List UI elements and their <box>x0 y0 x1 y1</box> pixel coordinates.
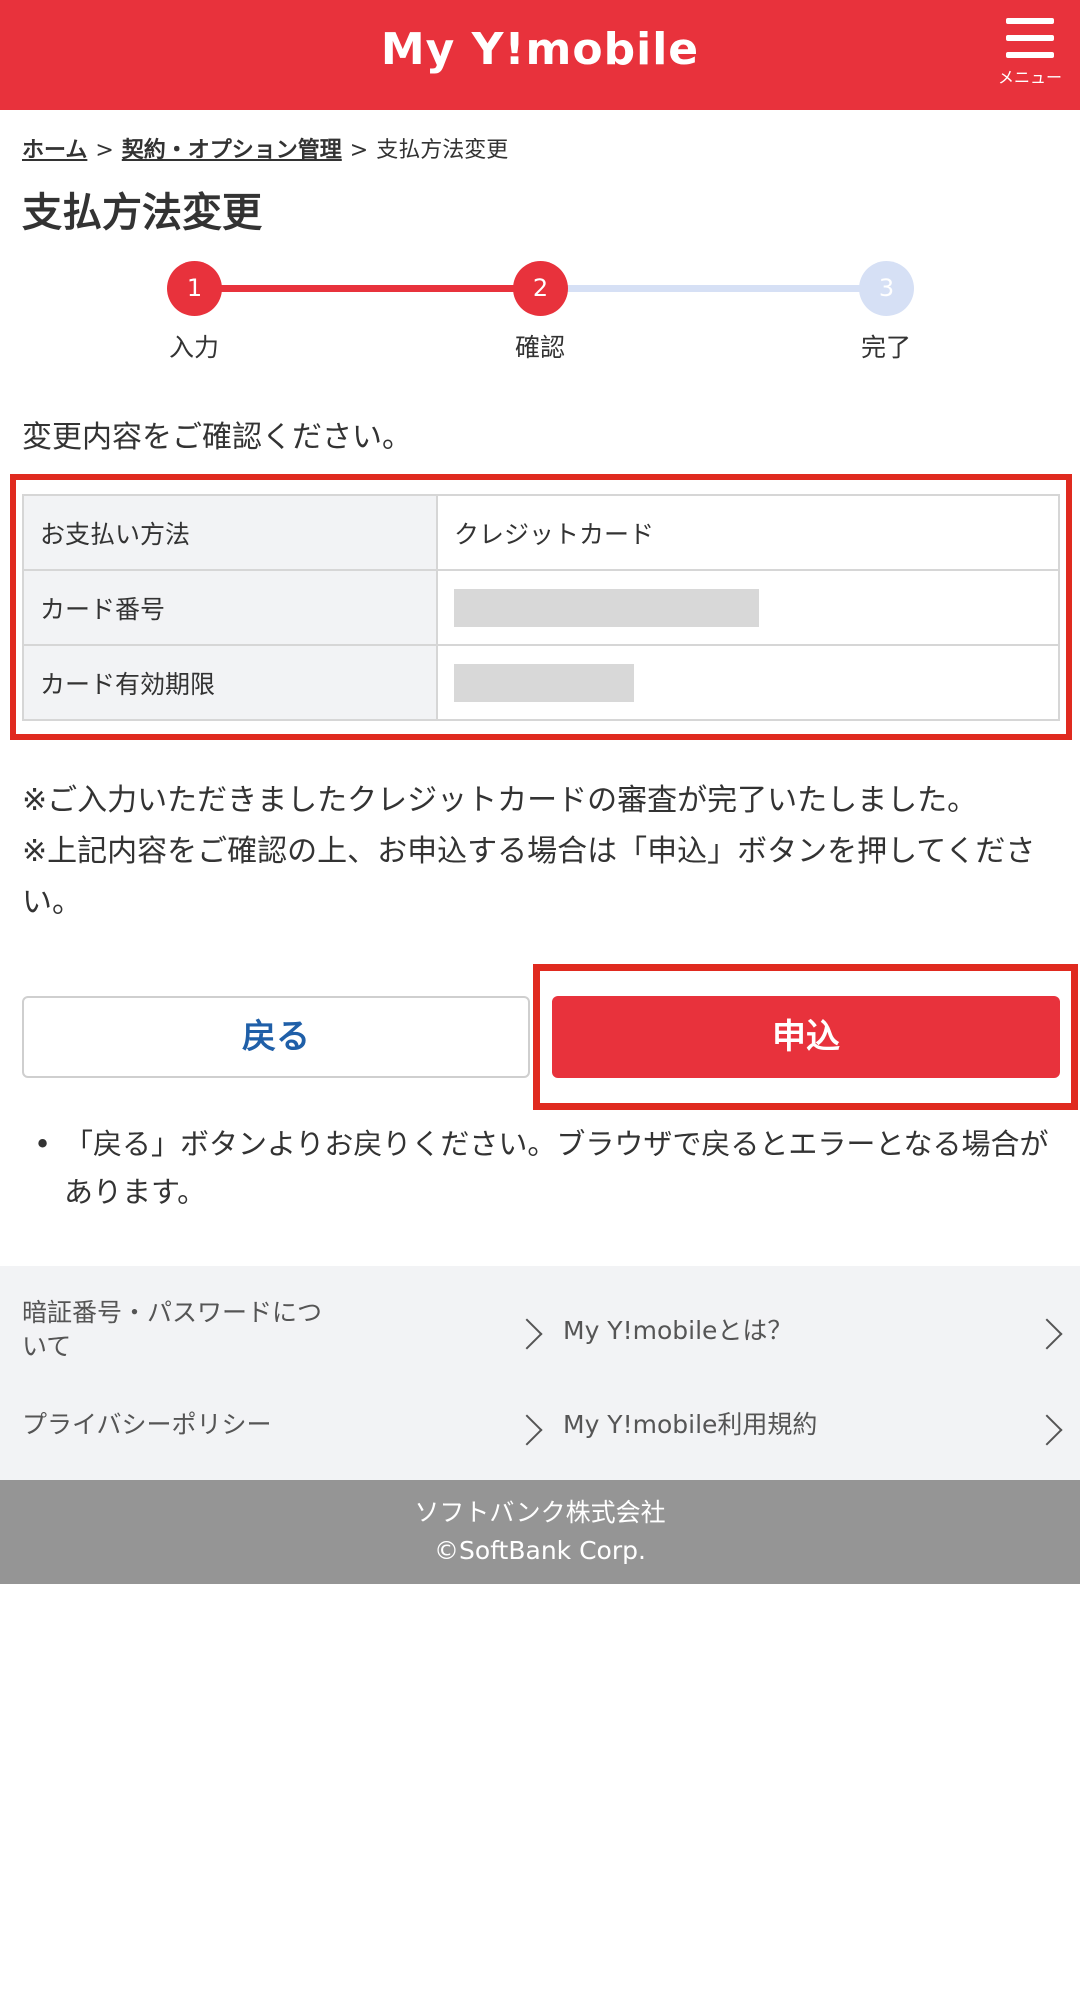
chevron-right-icon <box>1031 1414 1063 1446</box>
note-review-complete: ※ご入力いただきましたクレジットカードの審査が完了いたしました。 <box>22 783 978 818</box>
app-logo[interactable]: My Y!mobile <box>0 0 1080 100</box>
step-3-label: 完了 <box>860 333 911 362</box>
chevron-right-icon <box>1031 1318 1063 1350</box>
footer-link-about[interactable]: My Y!mobileとは？ <box>563 1314 792 1348</box>
chevron-right-icon <box>511 1414 543 1446</box>
step-indicator: 1 2 3 入力 確認 完了 <box>0 258 1080 368</box>
footer-link-terms[interactable]: My Y!mobile利用規約 <box>563 1408 817 1442</box>
page-title: 支払方法変更 <box>22 190 262 236</box>
step-2-circle: 2 <box>513 261 568 316</box>
hamburger-menu-icon <box>1006 18 1054 58</box>
app-header: My Y!mobile メニュー <box>0 0 1080 110</box>
company-name: ソフトバンク株式会社 <box>414 1498 666 1527</box>
chevron-right-icon <box>511 1318 543 1350</box>
breadcrumb-separator: > <box>349 138 369 163</box>
payment-method-value: クレジットカード <box>436 494 1060 571</box>
breadcrumb-contract-link[interactable]: 契約・オプション管理 <box>122 138 342 163</box>
menu-label: メニュー <box>997 68 1062 87</box>
card-expiry-value <box>436 644 1060 721</box>
card-number-masked <box>454 588 759 627</box>
back-button[interactable]: 戻る <box>22 996 530 1078</box>
step-2-label: 確認 <box>514 333 565 362</box>
footer-links: 暗証番号・パスワードについて My Y!mobileとは？ プライバシーポリシー… <box>0 1266 1080 1480</box>
breadcrumb-home-link[interactable]: ホーム <box>22 138 87 163</box>
step-1-label: 入力 <box>168 333 219 362</box>
step-1-circle: 1 <box>167 261 222 316</box>
footer-link-privacy[interactable]: プライバシーポリシー <box>22 1408 272 1442</box>
notes: ※ご入力いただきましたクレジットカードの審査が完了いたしました。 ※上記内容をご… <box>22 775 1062 928</box>
confirm-intro: 変更内容をご確認ください。 <box>22 420 412 455</box>
back-caution: • 「戻る」ボタンよりお戻りください。ブラウザで戻るとエラーとなる場合があります… <box>34 1120 1064 1216</box>
payment-info-table: お支払い方法 クレジットカード カード番号 カード有効期限 <box>22 494 1060 721</box>
footer-link-pin-password[interactable]: 暗証番号・パスワードについて <box>22 1296 322 1364</box>
breadcrumb-current: 支払方法変更 <box>376 138 509 163</box>
card-number-value <box>436 569 1060 646</box>
card-number-label: カード番号 <box>22 569 438 646</box>
copyright-bar: ソフトバンク株式会社 ©SoftBank Corp. <box>0 1480 1080 1584</box>
caution-bullet: • <box>34 1127 52 1161</box>
table-row: お支払い方法 クレジットカード <box>22 494 1060 571</box>
step-connector-done <box>194 285 540 292</box>
step-3-circle: 3 <box>859 261 914 316</box>
breadcrumb: ホーム > 契約・オプション管理 > 支払方法変更 <box>22 132 508 164</box>
caution-text: 「戻る」ボタンよりお戻りください。ブラウザで戻るとエラーとなる場合があります。 <box>64 1127 1049 1209</box>
card-expiry-label: カード有効期限 <box>22 644 438 721</box>
step-connector-pending <box>540 285 886 292</box>
card-expiry-masked <box>454 663 634 702</box>
apply-button[interactable]: 申込 <box>552 996 1060 1078</box>
breadcrumb-separator: > <box>95 138 114 163</box>
copyright-text: ©SoftBank Corp. <box>434 1536 646 1565</box>
payment-method-label: お支払い方法 <box>22 494 438 571</box>
note-press-apply: ※上記内容をご確認の上、お申込する場合は「申込」ボタンを押してください。 <box>22 834 1036 920</box>
table-row: カード番号 <box>22 569 1060 646</box>
menu-button[interactable]: メニュー <box>985 18 1075 98</box>
table-row: カード有効期限 <box>22 644 1060 721</box>
